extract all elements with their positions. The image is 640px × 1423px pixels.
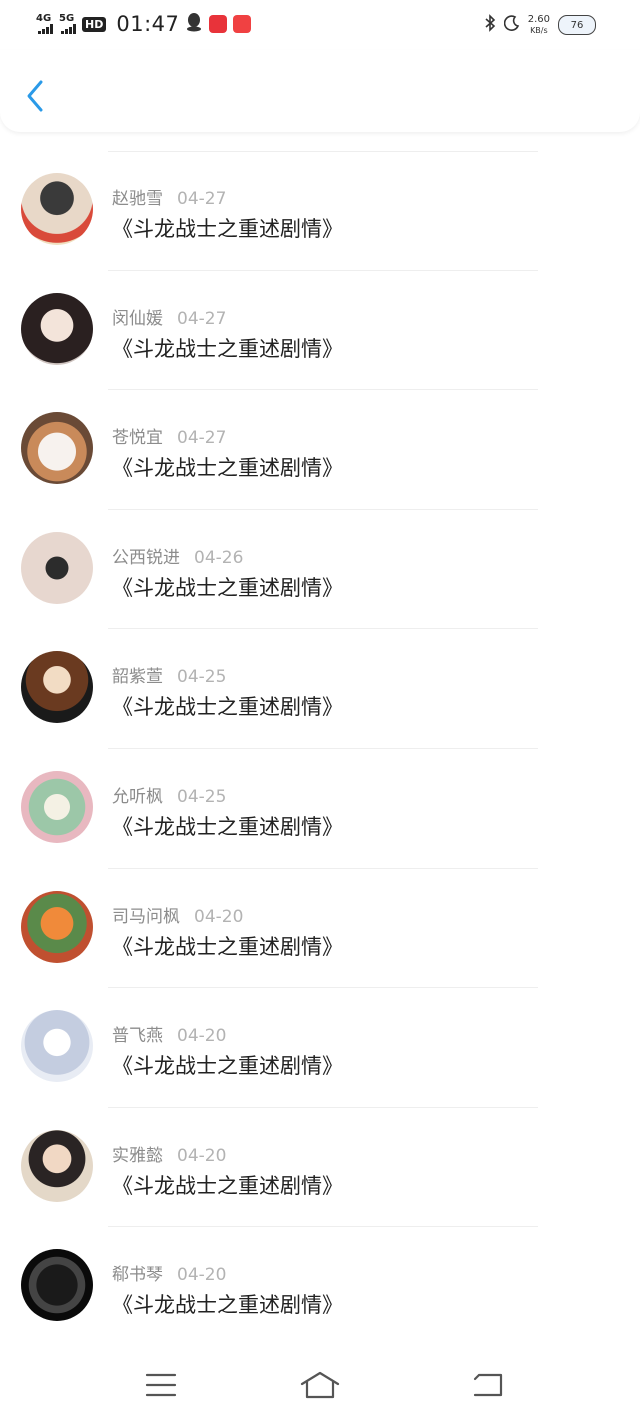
status-bar: 4G 5G HD 01:47 2.60 KB/s 76 xyxy=(0,0,640,50)
menu-icon xyxy=(145,1373,177,1397)
item-date: 04-27 xyxy=(177,308,227,329)
item-date: 04-25 xyxy=(177,667,227,688)
avatar[interactable] xyxy=(21,1010,93,1083)
item-date: 04-27 xyxy=(177,428,227,449)
item-title: 《斗龙战士之重述剧情》 xyxy=(112,217,343,241)
toutiao-icon xyxy=(233,15,252,33)
user-name: 苍悦宜 04-27 xyxy=(112,423,226,448)
item-title: 《斗龙战士之重述剧情》 xyxy=(112,575,343,600)
battery-level: 76 xyxy=(570,19,584,31)
list-item[interactable]: 赵驰雪 04-27 《斗龙战士之重述剧情》 xyxy=(0,151,640,271)
avatar[interactable] xyxy=(21,412,93,485)
status-left: 4G 5G HD 01:47 xyxy=(36,10,252,38)
item-date: 04-20 xyxy=(177,1145,227,1166)
item-date: 04-20 xyxy=(177,1026,227,1047)
user-name: 实雅懿 04-20 xyxy=(112,1141,226,1166)
avatar[interactable] xyxy=(21,1129,93,1202)
app-red-icon xyxy=(209,15,228,33)
user-name: 韶紫萱 04-25 xyxy=(112,662,226,687)
moon-icon xyxy=(503,15,520,35)
chevron-left-icon xyxy=(27,80,43,112)
item-title: 《斗龙战士之重述剧情》 xyxy=(112,1054,343,1079)
network-speed: 2.60 KB/s xyxy=(528,14,550,36)
user-name-text: 闵仙媛 xyxy=(112,308,163,329)
item-title: 《斗龙战士之重述剧情》 xyxy=(112,336,343,361)
signal-4g-label: 4G xyxy=(36,13,52,24)
signal-5g: 5G xyxy=(59,14,76,34)
list-item[interactable]: 允听枫 04-25 《斗龙战士之重述剧情》 xyxy=(0,749,640,869)
list-item[interactable]: 实雅懿 04-20 《斗龙战士之重述剧情》 xyxy=(0,1108,640,1228)
list-item[interactable]: 苍悦宜 04-27 《斗龙战士之重述剧情》 xyxy=(0,390,640,510)
avatar[interactable] xyxy=(21,531,93,604)
user-name-text: 允听枫 xyxy=(112,786,163,807)
clock: 01:47 xyxy=(116,12,180,36)
user-name: 普飞燕 04-20 xyxy=(112,1021,226,1046)
back-icon xyxy=(473,1373,503,1397)
list-item[interactable]: 闵仙媛 04-27 《斗龙战士之重述剧情》 xyxy=(0,271,640,391)
header xyxy=(0,50,640,132)
user-name-text: 韶紫萱 xyxy=(112,667,163,688)
signal-4g: 4G xyxy=(36,14,53,34)
item-title: 《斗龙战士之重述剧情》 xyxy=(112,1293,343,1318)
home-button[interactable] xyxy=(298,1367,342,1403)
item-title: 《斗龙战士之重述剧情》 xyxy=(112,814,343,839)
list-item[interactable]: 司马问枫 04-20 《斗龙战士之重述剧情》 xyxy=(0,869,640,989)
avatar[interactable] xyxy=(21,292,93,365)
user-name: 郗书琴 04-20 xyxy=(112,1260,226,1285)
user-name: 赵驰雪 04-27 xyxy=(112,184,226,209)
signal-bars-icon xyxy=(61,24,76,34)
signal-bars-icon xyxy=(38,24,53,34)
network-speed-unit: KB/s xyxy=(530,26,548,35)
item-date: 04-26 xyxy=(194,547,244,568)
user-name: 公西锐进 04-26 xyxy=(112,543,243,568)
home-icon xyxy=(300,1371,340,1399)
back-nav-button[interactable] xyxy=(466,1367,510,1403)
network-speed-value: 2.60 xyxy=(527,14,550,25)
item-date: 04-20 xyxy=(177,1265,227,1286)
user-name: 司马问枫 04-20 xyxy=(112,902,243,927)
hd-badge: HD xyxy=(82,16,107,32)
avatar[interactable] xyxy=(21,1249,93,1322)
user-name-text: 公西锐进 xyxy=(112,547,180,568)
avatar[interactable] xyxy=(21,651,93,724)
avatar[interactable] xyxy=(21,890,93,963)
item-date: 04-25 xyxy=(177,786,227,807)
battery-icon: 76 xyxy=(558,15,596,35)
avatar[interactable] xyxy=(21,770,93,843)
list-item[interactable]: 郗书琴 04-20 《斗龙战士之重述剧情》 xyxy=(0,1227,640,1347)
item-date: 04-27 xyxy=(177,189,227,209)
list-item[interactable]: 韶紫萱 04-25 《斗龙战士之重述剧情》 xyxy=(0,629,640,749)
qq-icon xyxy=(185,12,203,36)
menu-button[interactable] xyxy=(139,1367,183,1403)
item-title: 《斗龙战士之重述剧情》 xyxy=(112,695,343,720)
user-name-text: 普飞燕 xyxy=(112,1026,163,1047)
avatar[interactable] xyxy=(21,173,93,245)
user-name-text: 实雅懿 xyxy=(112,1145,163,1166)
system-nav-bar xyxy=(0,1349,640,1423)
user-name-text: 司马问枫 xyxy=(112,906,180,927)
item-title: 《斗龙战士之重述剧情》 xyxy=(112,934,343,959)
user-name: 允听枫 04-25 xyxy=(112,782,226,807)
back-button[interactable] xyxy=(18,76,52,116)
user-name-text: 郗书琴 xyxy=(112,1265,163,1286)
status-right: 2.60 KB/s 76 xyxy=(484,12,596,38)
item-title: 《斗龙战士之重述剧情》 xyxy=(112,456,343,481)
user-name-text: 苍悦宜 xyxy=(112,428,163,449)
item-title: 《斗龙战士之重述剧情》 xyxy=(112,1173,343,1198)
item-date: 04-20 xyxy=(194,906,244,927)
user-name-text: 赵驰雪 xyxy=(112,189,163,209)
user-name: 闵仙媛 04-27 xyxy=(112,304,226,329)
reader-list: 赵驰雪 04-27 《斗龙战士之重述剧情》 闵仙媛 04-27 《斗龙战士之重述剧情… xyxy=(0,151,640,1347)
signal-5g-label: 5G xyxy=(59,13,75,24)
list-item[interactable]: 普飞燕 04-20 《斗龙战士之重述剧情》 xyxy=(0,988,640,1108)
list-item[interactable]: 公西锐进 04-26 《斗龙战士之重述剧情》 xyxy=(0,510,640,630)
bluetooth-icon xyxy=(484,14,496,36)
